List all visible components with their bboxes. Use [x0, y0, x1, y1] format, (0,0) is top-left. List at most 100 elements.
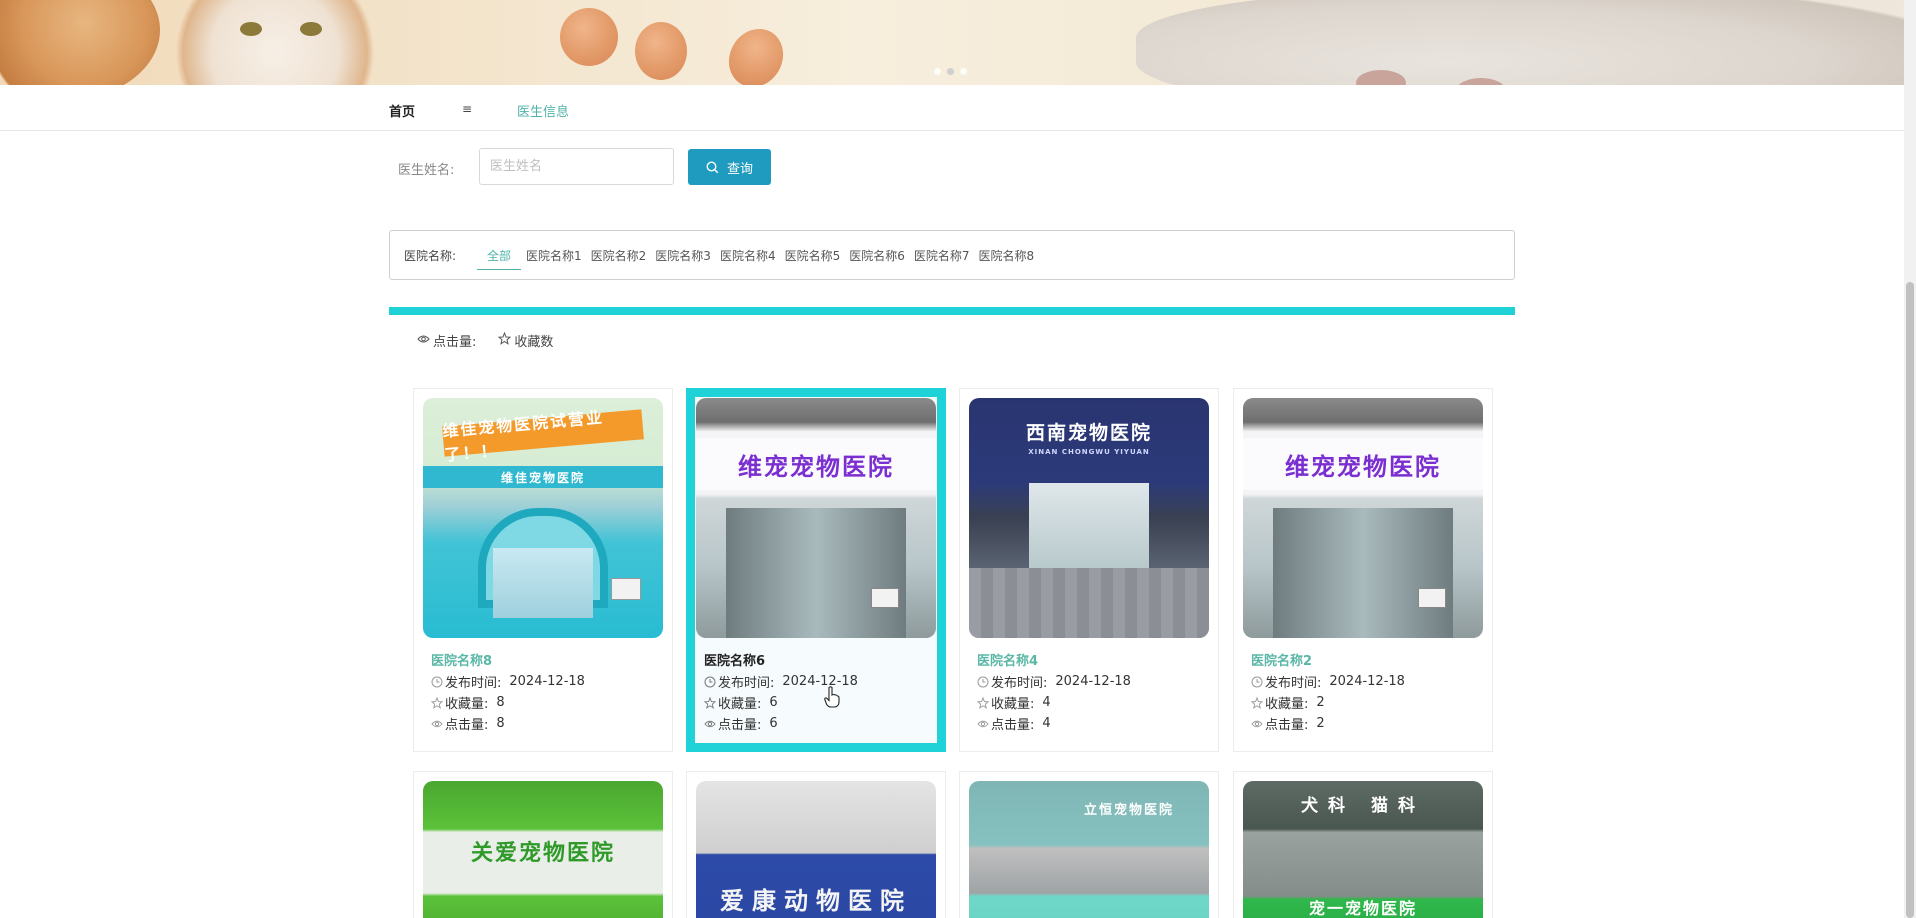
- hospital-name[interactable]: 医院名称2: [1251, 650, 1312, 669]
- banner-cat-paw-image: [1136, 0, 1916, 85]
- scrollbar-thumb[interactable]: [1906, 282, 1914, 918]
- hospital-card[interactable]: 爱康动物医院: [686, 771, 946, 918]
- hospital-card-highlighted[interactable]: 维宠宠物医院 医院名称6 发布时间: 2024-12-18 收藏量: 6 点击量: 6: [686, 388, 946, 752]
- eye-icon: [417, 333, 430, 348]
- publish-time-value: 2024-12-18: [1055, 674, 1131, 689]
- publish-time-label: 发布时间:: [445, 676, 502, 691]
- hospital-photo: 西南宠物医院 XINAN CHONGWU YIYUAN: [969, 398, 1209, 638]
- hospital-name[interactable]: 医院名称8: [431, 650, 492, 669]
- clicks-count: 点击量: 2: [1251, 714, 1325, 733]
- search-button[interactable]: 查询: [688, 149, 771, 185]
- hospital-card[interactable]: 立恒宠物医院: [959, 771, 1219, 918]
- photo-banner-sign: 维佳宠物医院试营业了！！: [442, 408, 644, 465]
- publish-time-label: 发布时间:: [718, 676, 775, 691]
- filter-option[interactable]: 医院名称2: [591, 247, 647, 270]
- publish-time: 发布时间: 2024-12-18: [977, 672, 1131, 691]
- doctor-name-label: 医生姓名:: [398, 163, 455, 178]
- clicks-label: 点击量:: [991, 718, 1035, 733]
- photo-storefront-sign: 西南宠物医院: [1025, 421, 1152, 444]
- breadcrumb-bar: 首页 ≡ 医生信息: [0, 85, 1916, 131]
- sort-by-clicks[interactable]: 点击量:: [417, 331, 476, 350]
- eye-icon: [977, 719, 989, 729]
- clicks-label: 点击量:: [445, 718, 489, 733]
- clicks-label: 点击量:: [1265, 718, 1309, 733]
- photo-storefront-sign: 立恒宠物医院: [1083, 802, 1174, 818]
- page-scrollbar[interactable]: [1904, 0, 1916, 918]
- filter-option[interactable]: 医院名称8: [979, 247, 1035, 270]
- clock-icon: [1251, 676, 1263, 688]
- photo-ac-unit: [871, 588, 899, 608]
- publish-time: 发布时间: 2024-12-18: [431, 672, 585, 691]
- carousel-dot[interactable]: [947, 68, 954, 75]
- favorites-label: 收藏量:: [991, 697, 1035, 712]
- favorites-label: 收藏量:: [445, 697, 489, 712]
- star-icon: [498, 331, 512, 349]
- hospital-name[interactable]: 医院名称6: [704, 650, 765, 669]
- photo-ac-unit: [611, 578, 641, 600]
- filter-option[interactable]: 医院名称3: [655, 247, 711, 270]
- clock-icon: [977, 676, 989, 688]
- sort-by-favorites[interactable]: 收藏数: [498, 331, 553, 350]
- publish-time-value: 2024-12-18: [509, 674, 585, 689]
- hospital-photo: 关爱宠物医院: [423, 781, 663, 918]
- filter-option[interactable]: 医院名称6: [849, 247, 905, 270]
- photo-scene: 爱康动物医院: [696, 781, 936, 918]
- photo-scene: 关爱宠物医院: [423, 781, 663, 918]
- favorites-label: 收藏量:: [718, 697, 762, 712]
- filter-option[interactable]: 医院名称4: [720, 247, 776, 270]
- clicks-value: 6: [769, 716, 778, 731]
- clicks-value: 8: [496, 716, 505, 731]
- hospital-card[interactable]: 维佳宠物医院试营业了！！ 维佳宠物医院 医院名称8 发布时间: 2024-12-1…: [413, 388, 673, 752]
- hospital-photo: 维佳宠物医院试营业了！！ 维佳宠物医院: [423, 398, 663, 638]
- doctor-name-input[interactable]: [479, 148, 674, 185]
- banner-paw-pad: [560, 8, 618, 66]
- clicks-count: 点击量: 6: [704, 714, 778, 733]
- favorites-value: 8: [496, 695, 505, 710]
- carousel-dot[interactable]: [934, 68, 941, 75]
- photo-scene: 立恒宠物医院: [969, 781, 1209, 918]
- hospital-card[interactable]: 关爱宠物医院: [413, 771, 673, 918]
- publish-time-label: 发布时间:: [1265, 676, 1322, 691]
- hospital-name[interactable]: 医院名称4: [977, 650, 1038, 669]
- clicks-value: 2: [1316, 716, 1325, 731]
- hospital-photo: 爱康动物医院: [696, 781, 936, 918]
- hospital-photo: 维宠宠物医院: [696, 398, 936, 638]
- photo-storefront-subsign: XINAN CHONGWU YIYUAN: [1028, 448, 1150, 456]
- hospital-card[interactable]: 维宠宠物医院 医院名称2 发布时间: 2024-12-18 收藏量: 2 点击量: 2: [1233, 388, 1493, 752]
- nav-current-doctor-info[interactable]: 医生信息: [517, 101, 569, 120]
- photo-glass-door: [1273, 508, 1453, 638]
- filter-option[interactable]: 医院名称1: [526, 247, 582, 270]
- carousel-dot[interactable]: [960, 68, 967, 75]
- sort-options: 点击量: 收藏数: [417, 331, 553, 350]
- filter-option[interactable]: 医院名称5: [785, 247, 841, 270]
- hospital-filter-options: 全部 医院名称1 医院名称2 医院名称3 医院名称4 医院名称5 医院名称6 医…: [477, 247, 1043, 270]
- hospital-card[interactable]: 犬科 猫科 宠一宠物医院: [1233, 771, 1493, 918]
- eye-icon: [1251, 719, 1263, 729]
- section-divider: [389, 307, 1515, 315]
- hero-banner[interactable]: [0, 0, 1916, 85]
- banner-toe: [1456, 78, 1506, 85]
- filter-option[interactable]: 医院名称7: [914, 247, 970, 270]
- photo-scene: 犬科 猫科 宠一宠物医院: [1243, 781, 1483, 918]
- photo-storefront-sign: 维宠宠物医院: [696, 438, 936, 490]
- hospital-filter: 医院名称: 全部 医院名称1 医院名称2 医院名称3 医院名称4 医院名称5 医…: [389, 230, 1515, 280]
- search-button-label: 查询: [726, 161, 753, 177]
- clicks-label: 点击量:: [718, 718, 762, 733]
- filter-option-all[interactable]: 全部: [477, 247, 522, 270]
- clicks-count: 点击量: 4: [977, 714, 1051, 733]
- star-icon: [977, 696, 989, 709]
- photo-scene: 维宠宠物医院: [1243, 398, 1483, 638]
- photo-ac-unit: [1418, 588, 1446, 608]
- photo-storefront-sign: 宠一宠物医院: [1308, 899, 1417, 918]
- hospital-card[interactable]: 西南宠物医院 XINAN CHONGWU YIYUAN 医院名称4 发布时间: 2…: [959, 388, 1219, 752]
- banner-cat-image: [160, 0, 390, 85]
- banner-dog-image: [0, 0, 160, 85]
- favorites-count: 收藏量: 8: [431, 693, 505, 712]
- publish-time-label: 发布时间:: [991, 676, 1048, 691]
- breadcrumb-separator: ≡: [462, 102, 473, 116]
- nav-home-link[interactable]: 首页: [389, 101, 415, 120]
- favorites-value: 2: [1316, 695, 1325, 710]
- photo-storefront-sign: 维宠宠物医院: [1243, 438, 1483, 490]
- favorites-count: 收藏量: 4: [977, 693, 1051, 712]
- search-icon: [706, 160, 719, 174]
